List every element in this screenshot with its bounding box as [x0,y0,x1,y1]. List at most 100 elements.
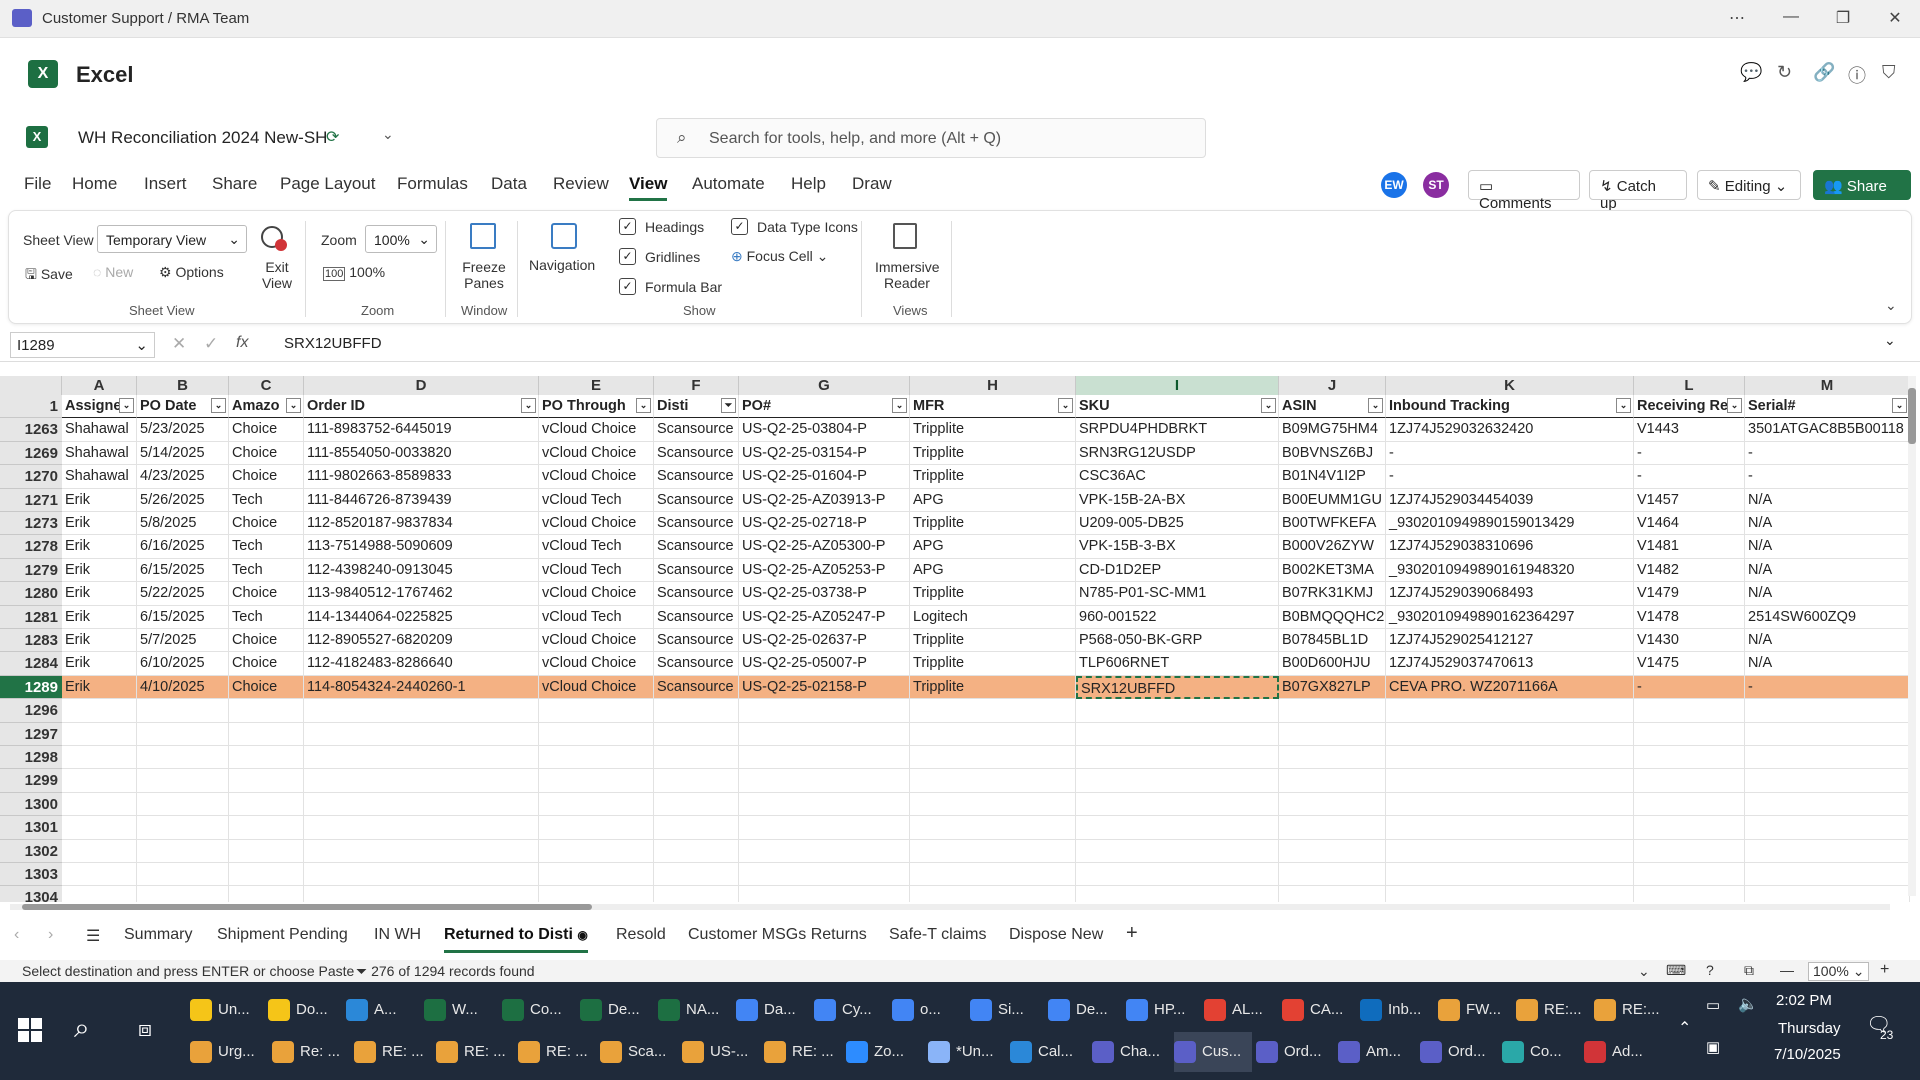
formula-input[interactable]: SRX12UBFFD [284,335,382,352]
filter-dropdown-icon[interactable]: ⌄ [892,398,907,413]
table-cell[interactable]: 112-4398240-0913045 [304,558,539,583]
table-cell[interactable]: - [1386,441,1634,466]
zoom-in-icon[interactable]: + [1880,961,1889,979]
table-cell[interactable]: Tech [229,535,304,559]
table-cell[interactable] [1386,839,1634,863]
table-cell[interactable]: CEVA PRO. WZ2071166A [1386,675,1634,700]
menu-share[interactable]: Share [212,174,257,194]
taskbar-app[interactable]: Un... [190,990,264,1030]
tab-returned-to-disti[interactable]: Returned to Disti ◉ [444,926,588,953]
row-header[interactable]: 1299 [0,769,62,793]
table-cell[interactable] [1279,792,1386,817]
column-header-g[interactable]: G [739,376,910,395]
table-cell[interactable]: APG [910,488,1076,512]
editing-button[interactable]: ✎ Editing ⌄ [1697,170,1801,200]
table-cell[interactable]: Erik [62,605,137,629]
table-cell[interactable] [229,863,304,887]
table-cell[interactable]: B0BMQQQHC2 [1279,605,1386,629]
table-cell[interactable]: 2514SW600ZQ9 [1745,605,1910,629]
table-cell[interactable] [304,699,539,723]
taskbar-app[interactable]: RE:... [1594,990,1668,1030]
table-cell[interactable]: vCloud Choice [539,418,654,442]
table-cell[interactable]: US-Q2-25-03738-P [739,582,910,606]
table-cell[interactable]: Logitech [910,605,1076,629]
volume-icon[interactable]: 🔈 [1738,994,1758,1014]
table-cell[interactable] [1634,722,1745,746]
taskbar-app[interactable]: NA... [658,990,732,1030]
table-cell[interactable] [539,722,654,746]
table-cell[interactable] [62,746,137,770]
table-cell[interactable]: N/A [1745,558,1910,583]
tab-in-wh[interactable]: IN WH [374,926,421,944]
table-cell[interactable] [229,886,304,902]
column-header-e[interactable]: E [539,376,654,395]
table-cell[interactable]: Erik [62,652,137,676]
shield-icon[interactable]: ⛉ [1882,62,1896,83]
minimize-icon[interactable]: — [1776,8,1806,26]
view-icon[interactable]: ⧉ [1744,962,1754,979]
column-header-h[interactable]: H [910,376,1076,395]
column-header-b[interactable]: B [137,376,229,395]
info-icon[interactable]: ⓘ [1848,62,1866,88]
battery-icon[interactable]: ▭ [1706,996,1720,1014]
table-cell[interactable]: 5/7/2025 [137,629,229,653]
table-cell[interactable] [539,886,654,902]
taskbar-app[interactable]: US-... [682,1032,760,1072]
table-cell[interactable] [910,746,1076,770]
table-cell[interactable]: 111-8554050-0033820 [304,441,539,466]
table-cell[interactable] [1745,886,1910,902]
table-cell[interactable]: 4/23/2025 [137,465,229,489]
header-cell[interactable]: PO# ⌄ [739,395,910,419]
table-cell[interactable] [910,816,1076,840]
table-cell[interactable] [1279,746,1386,770]
catch-up-button[interactable]: ↯ Catch up [1589,170,1687,212]
table-cell[interactable]: 5/26/2025 [137,488,229,512]
table-cell[interactable] [1745,746,1910,770]
table-cell[interactable]: vCloud Tech [539,535,654,559]
table-cell[interactable]: SRPDU4PHDBRKT [1076,418,1279,442]
cancel-icon[interactable]: ✕ [172,334,186,354]
table-cell[interactable] [1076,816,1279,840]
table-cell[interactable]: B000V26ZYW [1279,535,1386,559]
table-cell[interactable]: N785-P01-SC-MM1 [1076,582,1279,606]
table-cell[interactable]: vCloud Tech [539,488,654,512]
table-cell[interactable]: 1ZJ74J529025412127 [1386,629,1634,653]
table-cell[interactable]: U209-005-DB25 [1076,512,1279,536]
column-header-c[interactable]: C [229,376,304,395]
headings-checkbox[interactable]: ✓ [619,218,636,235]
table-cell[interactable]: US-Q2-25-03804-P [739,418,910,442]
table-cell[interactable] [137,839,229,863]
column-header-k[interactable]: K [1386,376,1634,395]
table-cell[interactable]: 6/16/2025 [137,535,229,559]
menu-review[interactable]: Review [553,174,609,194]
table-cell[interactable] [1279,722,1386,746]
table-cell[interactable]: Choice [229,675,304,700]
table-cell[interactable]: V1464 [1634,512,1745,536]
table-cell[interactable]: Scansource [654,418,739,442]
table-cell[interactable]: CSC36AC [1076,465,1279,489]
table-cell[interactable]: US-Q2-25-01604-P [739,465,910,489]
table-cell[interactable] [1745,839,1910,863]
column-header-m[interactable]: M [1745,376,1910,395]
clock-time[interactable]: 2:02 PM [1776,992,1832,1009]
enter-icon[interactable]: ✓ [204,334,218,354]
table-cell[interactable] [1076,886,1279,902]
link-icon[interactable]: 🔗 [1813,62,1835,83]
comments-button[interactable]: ▭ Comments [1468,170,1580,212]
table-cell[interactable]: Erik [62,675,137,700]
table-cell[interactable] [304,722,539,746]
column-header-l[interactable]: L [1634,376,1745,395]
table-cell[interactable] [1745,699,1910,723]
row-header[interactable]: 1283 [0,629,62,653]
row-header[interactable]: 1273 [0,512,62,536]
vscroll-thumb[interactable] [1908,388,1916,444]
table-cell[interactable] [1386,886,1634,902]
column-header-f[interactable]: F [654,376,739,395]
filter-dropdown-icon[interactable]: ⌄ [1058,398,1073,413]
table-cell[interactable]: B00D600HJU [1279,652,1386,676]
taskbar-app[interactable]: W... [424,990,498,1030]
row-header[interactable]: 1297 [0,722,62,746]
table-cell[interactable] [910,722,1076,746]
expand-formula-icon[interactable]: ⌄ [1884,332,1896,349]
table-cell[interactable]: 114-8054324-2440260-1 [304,675,539,700]
